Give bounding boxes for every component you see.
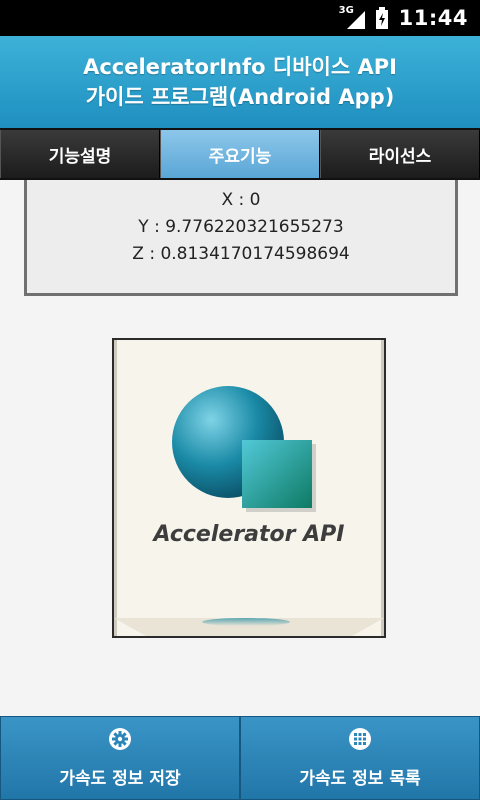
tab-license[interactable]: 라이선스 (320, 130, 480, 178)
z-value: Z : 0.8134170174598694 (132, 244, 350, 264)
status-bar: 3G 11:44 (0, 0, 480, 36)
clock: 11:44 (398, 6, 468, 30)
signal-icon: 3G (339, 5, 365, 29)
tab-description[interactable]: 기능설명 (0, 130, 160, 178)
save-accelerometer-info-button[interactable]: 가속도 정보 저장 (0, 716, 240, 800)
list-button-label: 가속도 정보 목록 (299, 769, 421, 789)
y-value: Y : 9.776220321655273 (138, 217, 344, 237)
accelerometer-values-panel: X : 0 Y : 9.776220321655273 Z : 0.813417… (24, 180, 458, 296)
save-button-label: 가속도 정보 저장 (59, 769, 181, 789)
accelerator-api-image: Accelerator API (112, 338, 386, 638)
accelerometer-info-list-button[interactable]: 가속도 정보 목록 (240, 716, 480, 800)
app-header: AcceleratorInfo 디바이스 API 가이드 프로그램(Androi… (0, 36, 480, 128)
square-shape (242, 440, 312, 508)
header-title-line1: AcceleratorInfo 디바이스 API (83, 55, 397, 79)
header-title-line2: 가이드 프로그램(Android App) (85, 85, 395, 109)
grid-icon (348, 727, 372, 756)
tab-main-features[interactable]: 주요기능 (160, 130, 320, 178)
api-label: Accelerator API (153, 522, 345, 547)
bottom-action-bar: 가속도 정보 저장 가속도 정보 목록 (0, 716, 480, 800)
gear-icon (108, 727, 132, 756)
battery-icon (375, 7, 389, 29)
tab-bar: 기능설명 주요기능 라이선스 (0, 128, 480, 180)
x-value: X : 0 (221, 190, 261, 210)
